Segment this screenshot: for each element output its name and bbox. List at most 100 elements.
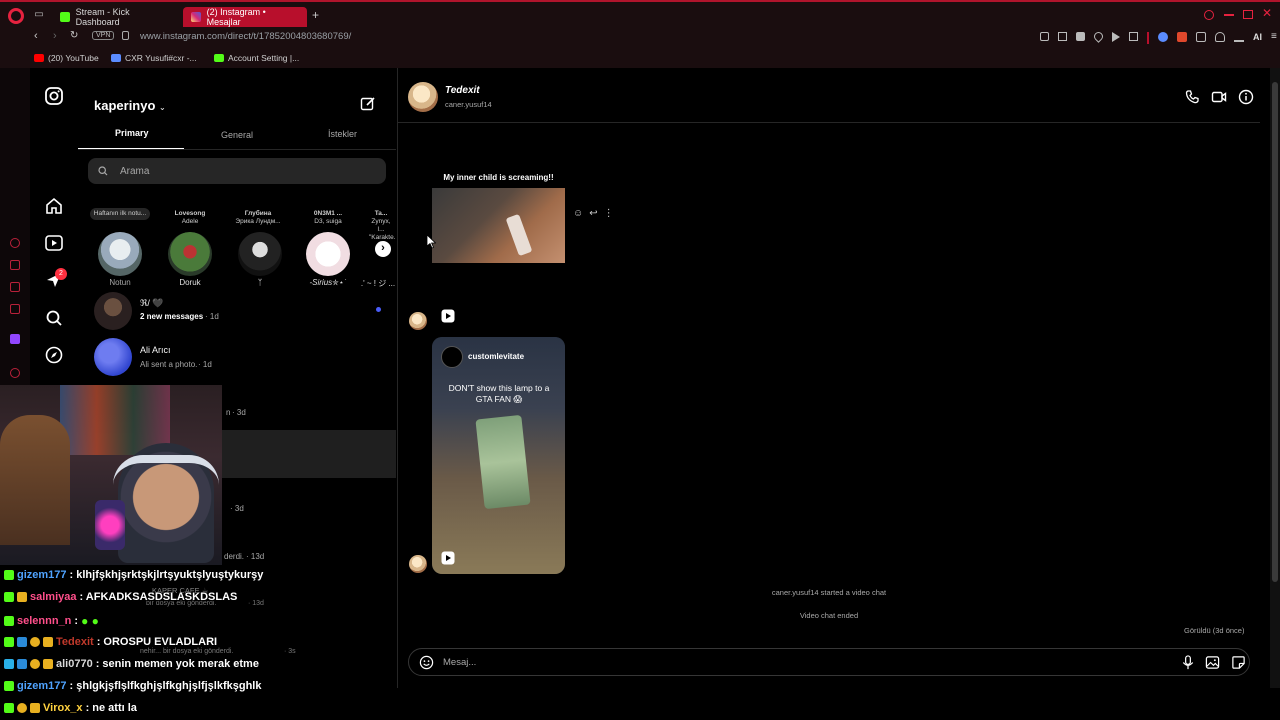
adblock-extension-icon[interactable]	[1177, 32, 1187, 42]
search-icon[interactable]	[44, 308, 64, 328]
shared-reel[interactable]: customlevitate DON'T show this lamp to a…	[432, 337, 565, 574]
snapshot-icon[interactable]	[1058, 32, 1067, 41]
reload-icon[interactable]: ↻	[70, 30, 78, 41]
chat-username[interactable]: salmiyaa	[30, 591, 76, 603]
shared-reel[interactable]: My inner child is screaming!!	[432, 123, 565, 330]
instagram-logo-icon[interactable]	[44, 86, 64, 106]
chat-text: :	[74, 615, 79, 627]
twitch-icon[interactable]	[10, 334, 20, 344]
chat-username[interactable]: Tedexit	[56, 636, 94, 648]
kick-badge-icon	[4, 703, 14, 713]
url-field[interactable]: www.instagram.com/direct/t/1785200480368…	[140, 31, 351, 42]
maximize-icon[interactable]	[1243, 10, 1253, 19]
sticker-icon[interactable]	[1231, 655, 1246, 670]
download-icon[interactable]	[1234, 32, 1244, 42]
note-bubble[interactable]: Haftanın ilk notu...	[90, 208, 150, 220]
story-avatar[interactable]	[238, 232, 282, 276]
reply-icon[interactable]: ↩	[589, 208, 597, 219]
streamer-webcam	[0, 385, 222, 565]
story-avatar[interactable]	[98, 232, 142, 276]
profile-icon[interactable]	[1215, 32, 1225, 42]
video-call-icon[interactable]	[1211, 89, 1227, 105]
menu-icon[interactable]: ≡	[1271, 32, 1277, 44]
forward-icon[interactable]: ›	[53, 30, 57, 42]
tabs-icon[interactable]	[1129, 32, 1138, 41]
chat-username[interactable]: Virox_x	[43, 702, 83, 714]
tab-primary[interactable]: Primary	[115, 128, 149, 138]
close-window-icon[interactable]: ✕	[1262, 6, 1272, 20]
puzzle-icon[interactable]	[1196, 32, 1206, 42]
react-icon[interactable]: ☺	[573, 208, 583, 219]
conversation-row[interactable]: Ali Arıcı Ali sent a photo. · 1d	[78, 336, 396, 378]
chat-username[interactable]: ali0770	[56, 658, 93, 670]
stories-next-icon[interactable]: ›	[375, 241, 391, 257]
heart-icon[interactable]	[1092, 30, 1105, 43]
conversation-row[interactable]: ℜ/ 🖤 2 new messages · 1d	[78, 290, 396, 332]
tab-overview-icon[interactable]: ▭	[33, 9, 45, 21]
tab-general[interactable]: General	[221, 130, 253, 140]
tab-requests[interactable]: İstekler	[328, 129, 357, 139]
play-icon[interactable]	[1112, 32, 1120, 42]
peer-name[interactable]: Tedexit	[445, 85, 480, 96]
emoji-icon[interactable]	[419, 655, 434, 670]
chat-text: : senin memen yok merak etme	[95, 658, 259, 670]
tab-kick-dashboard[interactable]: Stream - Kick Dashboard	[52, 7, 180, 27]
note-bubble[interactable]: 0N3M1 ... D3, suiga	[298, 208, 358, 228]
headphones	[113, 455, 219, 485]
settings-icon[interactable]	[10, 368, 20, 378]
subscriber-badge-icon	[17, 592, 27, 602]
extensions-sidebar-icon[interactable]	[10, 260, 20, 270]
mail-icon[interactable]	[10, 304, 20, 314]
back-icon[interactable]: ‹	[34, 30, 38, 42]
chat-username[interactable]: gizem177	[17, 569, 67, 581]
bookmark-icon[interactable]	[1040, 32, 1049, 41]
messenger-icon[interactable]	[10, 282, 20, 292]
chat-header: Tedexit caner.yusuf14	[398, 68, 1260, 123]
story-name: ᛉ	[257, 278, 263, 287]
ai-button[interactable]: AI	[1253, 32, 1262, 44]
minimize-icon[interactable]	[1224, 14, 1234, 16]
search-input[interactable]: Arama	[88, 158, 386, 184]
bookmark-youtube[interactable]: (20) YouTube	[34, 53, 99, 63]
story-avatar[interactable]	[306, 232, 350, 276]
vpn-badge[interactable]: VPN	[92, 31, 115, 40]
microphone-icon[interactable]	[1181, 655, 1195, 670]
conversation-row-selected[interactable]	[222, 430, 396, 478]
pocket-icon[interactable]	[1076, 32, 1085, 41]
message-input[interactable]: Mesaj...	[443, 657, 476, 668]
bookmark-account-setting[interactable]: Account Setting |...	[214, 53, 299, 63]
vpn-extension-icon[interactable]	[1158, 32, 1168, 42]
bookmark-cxr[interactable]: CXR Yusufi#cxr -...	[111, 53, 197, 63]
message-composer[interactable]: Mesaj...	[408, 648, 1250, 676]
bookmarks-bar: (20) YouTube CXR Yusufi#cxr -... Account…	[0, 48, 1280, 68]
opera-logo-icon[interactable]	[8, 8, 24, 24]
account-switcher[interactable]: kaperinyo ⌄	[94, 98, 166, 113]
search-tabs-icon[interactable]	[1204, 10, 1214, 20]
note-bubble[interactable]: Lovesong Adele	[160, 208, 220, 228]
note-bubble[interactable]: Ta...Zynyx, I... "Karakte...	[366, 208, 396, 244]
info-icon[interactable]	[1238, 89, 1254, 105]
kick-icon	[60, 12, 70, 22]
image-upload-icon[interactable]	[1205, 655, 1220, 670]
new-tab-button[interactable]: +	[312, 8, 319, 22]
conversation-time: · 1d	[198, 360, 212, 369]
rgb-device	[95, 500, 125, 550]
explore-icon[interactable]	[44, 345, 64, 365]
history-icon[interactable]	[10, 238, 20, 248]
note-bubble[interactable]: Глубина Эрика Лундм...	[228, 208, 288, 228]
lock-icon[interactable]	[122, 31, 129, 40]
reels-icon[interactable]	[44, 233, 64, 253]
story-avatar[interactable]	[168, 232, 212, 276]
instagram-nav: 2	[30, 68, 78, 388]
more-options-icon[interactable]: ⋮	[604, 208, 614, 219]
peer-avatar[interactable]	[408, 82, 438, 112]
new-message-icon[interactable]	[360, 96, 376, 112]
search-icon	[98, 166, 108, 176]
chat-username[interactable]: gizem177	[17, 680, 67, 692]
phone-call-icon[interactable]	[1184, 89, 1200, 105]
tab-instagram[interactable]: (2) Instagram • Mesajlar	[183, 7, 307, 27]
chat-username[interactable]: selennn_n	[17, 615, 71, 627]
home-icon[interactable]	[44, 196, 64, 216]
scrollbar-thumb[interactable]	[1272, 82, 1278, 582]
subscriber-badge-icon	[43, 637, 53, 647]
